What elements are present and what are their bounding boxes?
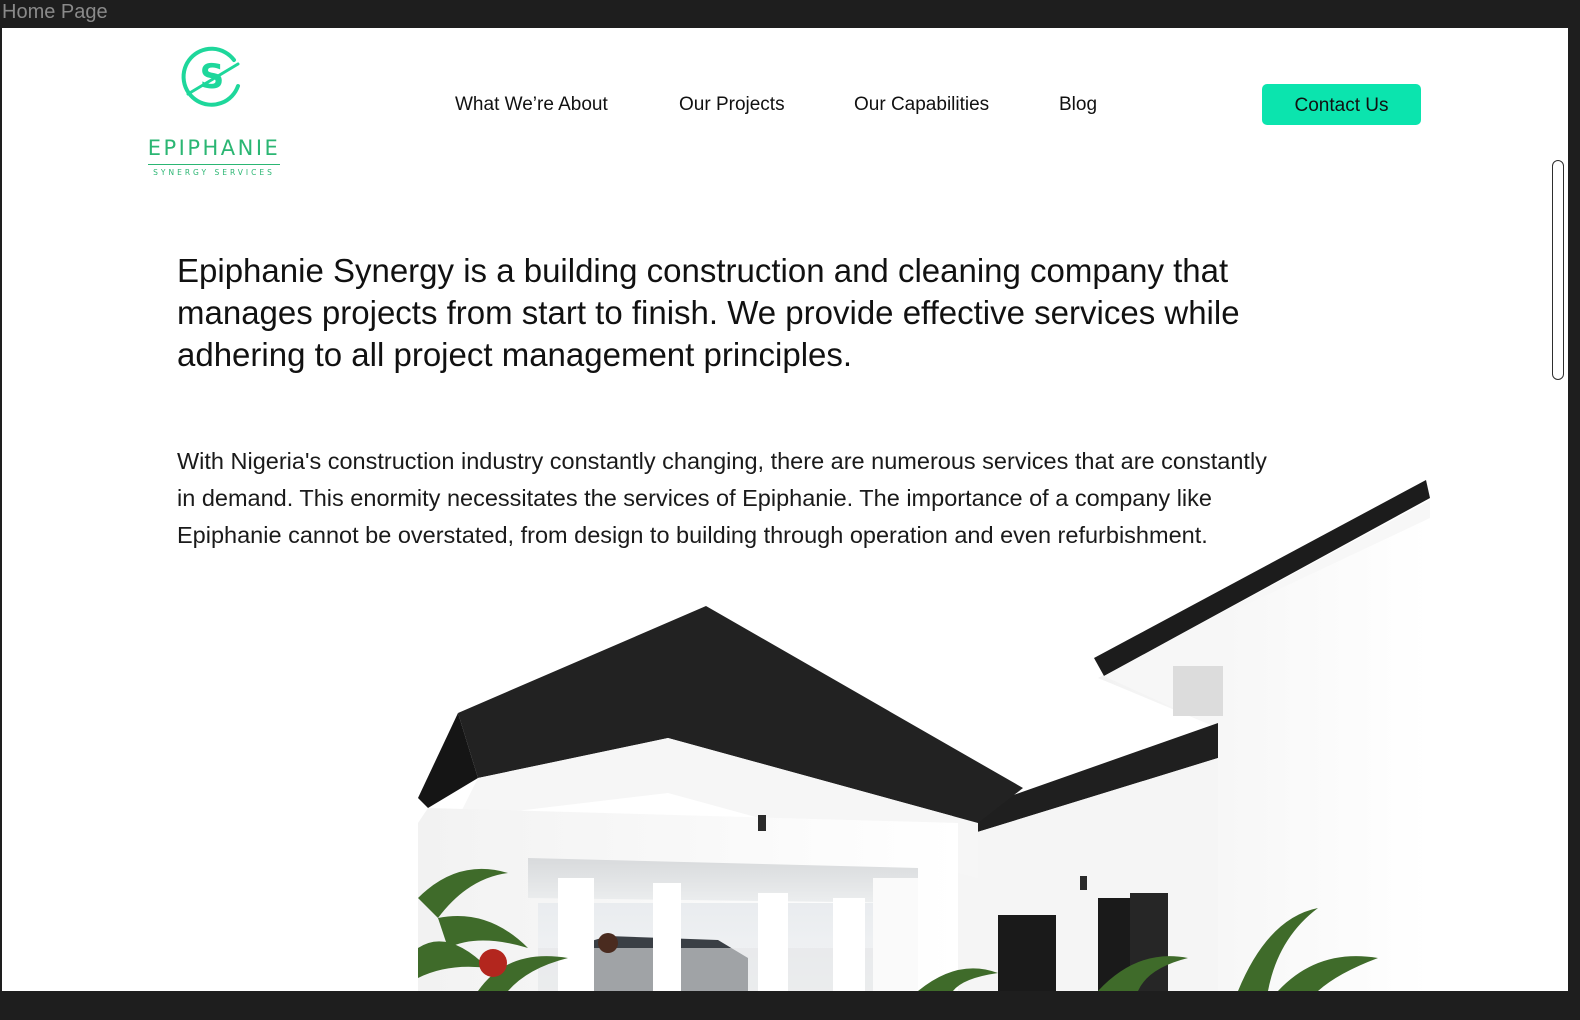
page-frame: S EPIPHANIE SYNERGY SERVICES What We’re … [2, 28, 1568, 991]
page-scrollbar-thumb[interactable] [1552, 160, 1564, 380]
contact-us-button[interactable]: Contact Us [1262, 84, 1421, 125]
nav-item-blog[interactable]: Blog [1059, 90, 1097, 120]
brand-name: EPIPHANIE [147, 136, 281, 160]
svg-text:S: S [200, 57, 225, 97]
nav-item-capabilities[interactable]: Our Capabilities [854, 90, 989, 120]
nav-item-about[interactable]: What We’re About [455, 90, 608, 120]
bottom-bar [0, 991, 1580, 1020]
hero-headline: Epiphanie Synergy is a building construc… [177, 252, 1240, 373]
epiphanie-s-logo-icon: S [181, 46, 240, 107]
brand-tagline: SYNERGY SERVICES [153, 168, 275, 177]
nav-item-projects[interactable]: Our Projects [679, 90, 785, 120]
brand-logo[interactable]: S EPIPHANIE SYNERGY SERVICES [140, 46, 290, 177]
white-house-photo [418, 480, 1430, 991]
frame-title: Home Page [2, 1, 108, 23]
brand-divider [148, 164, 280, 165]
